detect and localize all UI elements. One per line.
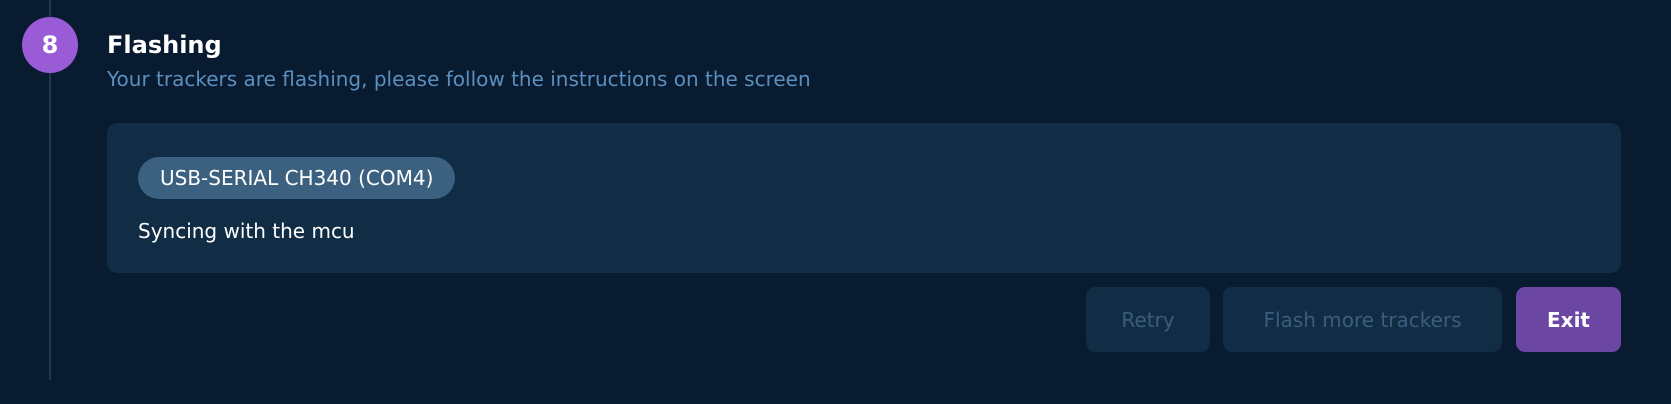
exit-button[interactable]: Exit	[1516, 287, 1621, 352]
device-status-text: Syncing with the mcu	[138, 219, 355, 243]
step-title: Flashing	[107, 31, 222, 59]
flash-more-trackers-button[interactable]: Flash more trackers	[1223, 287, 1502, 352]
step-number-badge: 8	[22, 17, 78, 73]
device-name-badge: USB-SERIAL CH340 (COM4)	[138, 157, 456, 199]
step-number: 8	[41, 31, 59, 59]
device-panel: USB-SERIAL CH340 (COM4) Syncing with the…	[107, 123, 1621, 273]
step-subtitle: Your trackers are flashing, please follo…	[107, 67, 811, 91]
retry-button[interactable]: Retry	[1086, 287, 1210, 352]
